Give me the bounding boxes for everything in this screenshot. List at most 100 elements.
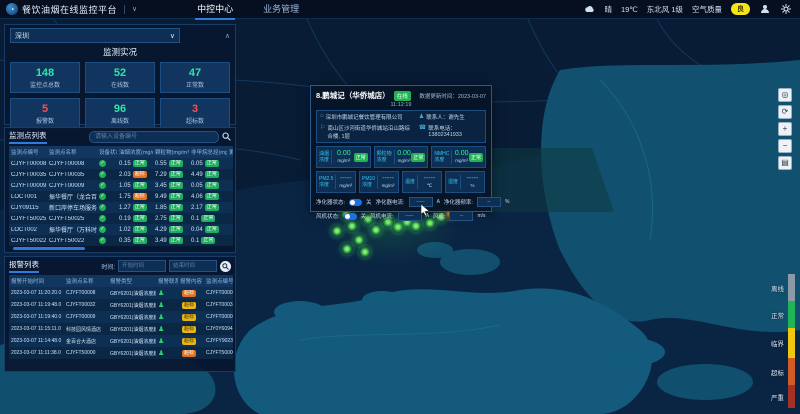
table-row[interactable]: CJYFT00008CJYFT00008✓0.15正常0.55正常0.05正常 [9,158,233,169]
alarm-search-button[interactable] [220,261,231,272]
stats-panel: 深圳 ∨ ∧ 监测实况 148监控点总数52在线数47正常数5报警数96离线数3… [4,24,236,125]
nav-item-业务管理[interactable]: 业务管理 [261,0,301,20]
alarm-row[interactable]: 2023-03-07 11:11:38.0CJYFT50000GBY6201(油… [9,347,233,359]
weather-icon [583,3,595,15]
table-row[interactable]: CJYFT50025CJYFT50025✓0.19正常2.75正常0.1正常 [9,213,233,224]
status-badge: 正常 [133,182,147,189]
alarm-contact-icon[interactable]: ♟ [158,302,164,309]
alarm-row[interactable]: 2023-03-07 11:15:11.0科技园风情酒店GBY6201(油烟浓度… [9,323,233,335]
metric-value: 2.03 [119,172,131,178]
cell: 2023-03-07 11:19:48.0 [9,302,64,308]
column-header: 报警内容 [178,277,204,285]
location-pin-icon: ⚐ [320,124,325,131]
table-row[interactable]: CJYFT00035CJYFT00035✓2.03超标7.29正常4.49正常 [9,169,233,180]
refresh-icon[interactable]: ⟳ [778,105,792,119]
metric-card: 温度-----℃ [402,171,442,193]
table-header-row: 监测点编号监测点名称设备状态油烟浓度(mg/m³)颗粒物(mg/m³)非甲烷总烃… [9,146,233,158]
legend-color-bar [788,301,795,328]
value-cell: 0.55正常 [153,160,189,167]
popup-controls: 净化器状态:关净化器电流:-----A净化器频率:--%风机状态:关风机电流:-… [316,197,486,221]
content-cell: 超标 [178,314,204,321]
field-value-box[interactable]: -- [449,211,473,221]
monitor-point-dot[interactable] [346,220,358,232]
legend-color-bar [788,385,795,408]
metric-value: 1.05 [119,183,131,189]
table-row[interactable]: LOCT001振华餐厅（龙合百货店）✓1.75超标9.49正常4.06正常 [9,191,233,202]
monitor-point-dot[interactable] [331,225,343,237]
value-cell: 0.35正常 [117,237,153,244]
popup-update-time: 11:12:19 [316,102,486,108]
column-header: 报警开始时间 [9,277,64,285]
table-row[interactable]: LOCT002振华餐厅（万科时代广场店）✓1.02正常4.29正常0.04正常 [9,224,233,235]
value-cell: 2.75正常 [153,215,189,222]
zoom-out-icon[interactable]: − [778,139,792,153]
status-badge: 超标 [133,193,147,200]
cell: LOCT002 [9,227,47,233]
status-badge: 正常 [205,193,219,200]
cell: 金百合大酒店 [64,338,108,345]
metric-card: NMHC 浓度0.00mg/m³正常 [431,146,486,168]
status-badge: 正常 [169,171,183,178]
alarm-contact-icon[interactable]: ♟ [158,290,164,297]
field-label: 净化器电流: [376,198,405,206]
value-cell: 1.75超标 [117,193,153,200]
field-value-box[interactable]: -- [477,197,501,207]
stat-label: 离线数 [111,116,129,125]
stat-value: 96 [114,103,126,115]
field-value-box[interactable]: ----- [398,211,422,221]
device-status-cell: ✓ [97,182,117,189]
metric-value: 3.49 [155,238,167,244]
metric-value: 0.1 [191,238,199,244]
status-badge: 正常 [169,160,183,167]
metric-label: PM10 浓度 [362,176,375,188]
alarm-contact-icon[interactable]: ♟ [158,338,164,345]
monitor-point-dot[interactable] [359,246,371,258]
monitor-point-dot[interactable] [370,224,382,236]
region-select[interactable]: 深圳 ∨ [10,28,180,43]
panel-collapse-icon[interactable]: ∧ [225,32,230,40]
divider [417,175,418,189]
user-icon[interactable] [759,3,771,15]
cell: 2023-03-07 11:14:48.0 [9,338,64,344]
locate-icon[interactable]: ◎ [778,88,792,102]
layers-icon[interactable]: ▤ [778,156,792,170]
settings-gear-icon[interactable] [780,3,792,15]
search-icon[interactable] [222,128,231,146]
status-badge: 正常 [133,237,147,244]
table-row[interactable]: CJYFT00009CJYFT00009✓1.05正常3.45正常0.05正常 [9,180,233,191]
metric-value: 2.75 [155,216,167,222]
alarm-row[interactable]: 2023-03-07 11:19:40.0CJYFT00009GBY6201(油… [9,311,233,323]
end-time-input[interactable] [169,260,217,272]
stat-card: 47正常数 [160,62,230,93]
metric-value: 7.29 [155,172,167,178]
alarm-row[interactable]: 2023-03-07 11:14:48.0金百合大酒店GBY6201(油烟浓度超… [9,335,233,347]
start-time-input[interactable] [118,260,166,272]
alarm-contact-icon[interactable]: ♟ [158,326,164,333]
metric-card: PM10 浓度-----mg/m³ [359,171,399,193]
table-row[interactable]: CJYFT50022CJYFT50022✓0.35正常3.49正常0.1正常 [9,235,233,246]
content-cell: 超标 [178,338,204,345]
toggle-label: 风机状态: [316,212,340,220]
power-toggle[interactable] [344,213,357,220]
monitor-point-dot[interactable] [410,220,422,232]
alarm-panel: 报警列表 时间: 报警开始时间监测点名称报警类型报警联系人报警内容监测点编号报警… [4,256,236,372]
metric-value: 9.49 [155,194,167,200]
legend-color-bar [788,358,795,385]
zoom-in-icon[interactable]: + [778,122,792,136]
metric-label: 湿度 [448,179,458,185]
alarm-row[interactable]: 2023-03-07 11:19:48.0CJYFT00032GBY6201(油… [9,299,233,311]
status-badge: 正常 [169,193,183,200]
horizontal-scrollbar[interactable] [13,247,85,250]
metric-value-wrap: -----℃ [420,175,439,189]
status-badge: 正常 [133,215,147,222]
alarm-row[interactable]: 2023-03-07 11:20:20.0CJYFT00008GBY6201(油… [9,287,233,299]
table-row[interactable]: CJY09115新口岸停车场服务中心✓1.27正常1.85正常2.17正常 [9,202,233,213]
monitor-point-dot[interactable] [353,234,365,246]
org-switcher-caret[interactable]: ∨ [132,5,137,13]
monitor-point-dot[interactable] [341,243,353,255]
device-search-input[interactable] [89,131,219,143]
alarm-contact-icon[interactable]: ♟ [158,350,164,357]
nav-item-中控中心[interactable]: 中控中心 [195,0,235,20]
alarm-contact-icon[interactable]: ♟ [158,314,164,321]
power-toggle[interactable] [349,199,362,206]
